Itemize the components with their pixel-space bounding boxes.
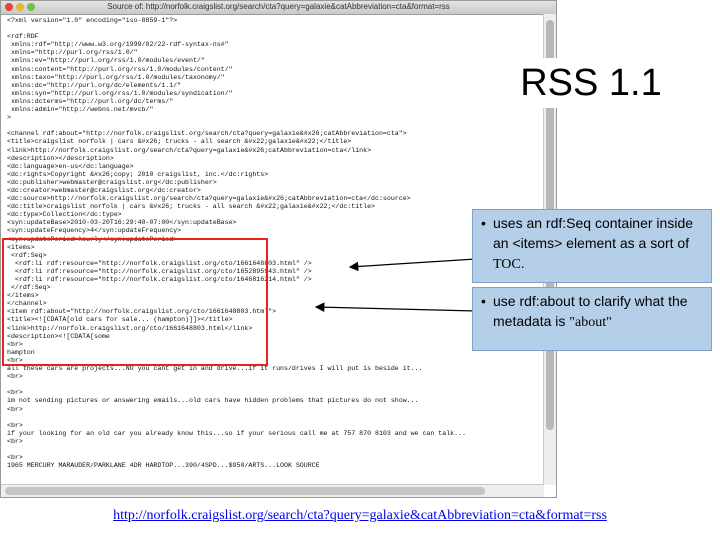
source-line: xmlns="http://purl.org/rss/1.0/": [7, 49, 138, 57]
bullet-text: use rdf:about to clarify what the metada…: [493, 293, 688, 330]
source-line: [7, 25, 542, 33]
source-line: xmlns:dc="http://purl.org/dc/elements/1.…: [7, 81, 182, 89]
source-line: xmlns:dcterms="http://purl.org/dc/terms/…: [7, 97, 174, 105]
callout-box-about: • use rdf:about to clarify what the meta…: [472, 287, 712, 351]
horizontal-scroll-thumb[interactable]: [5, 487, 485, 495]
bullet-item: • use rdf:about to clarify what the meta…: [481, 291, 705, 333]
source-line: <dc:publisher>webmaster@craigslist.org</…: [7, 178, 217, 186]
source-url-link[interactable]: http://norfolk.craigslist.org/search/cta…: [0, 508, 720, 524]
source-line: <channel rdf:about="http://norfolk.craig…: [7, 130, 407, 138]
source-line: <dc:language>en-us</dc:language>: [7, 162, 134, 170]
source-line: [7, 122, 542, 130]
source-line: <dc:type>Collection</dc:type>: [7, 211, 122, 219]
source-line: <dc:source>http://norfolk.craigslist.org…: [7, 195, 411, 203]
bullet-marker: •: [481, 215, 486, 231]
source-line: >: [7, 114, 11, 122]
source-line: <syn:updateBase>2010-03-20T16:29:40-07:0…: [7, 219, 237, 227]
source-line: xmlns:ev="http://purl.org/rss/1.0/module…: [7, 57, 205, 65]
source-line: xmlns:admin="http://webns.net/mvcb/": [7, 106, 154, 114]
source-line: [7, 446, 542, 454]
source-line: <title>craigslist norfolk | cars &#x26; …: [7, 138, 352, 146]
source-line: all these cars are projects...NO you can…: [7, 365, 423, 373]
window-title: Source of: http://norfolk.craigslist.org…: [107, 2, 450, 11]
items-highlight-box: [2, 238, 268, 366]
source-line: xmlns:content="http://purl.org/rss/1.0/m…: [7, 65, 233, 73]
source-line: <description></description>: [7, 154, 114, 162]
source-line: <br>: [7, 405, 23, 413]
source-line: [7, 381, 542, 389]
bullet-marker: •: [481, 293, 486, 309]
source-line: xmlns:taxo="http://purl.org/rss/1.0/modu…: [7, 73, 225, 81]
source-line: 1965 MERCURY MARAUDER/PARKLANE 4DR HARDT…: [7, 462, 320, 470]
source-line: xmlns:rdf="http://www.w3.org/1999/02/22-…: [7, 41, 229, 49]
source-line: if your looking for an old car you alrea…: [7, 429, 466, 437]
source-line: <br>: [7, 437, 23, 445]
source-line: <dc:title>craigslist norfolk | cars &#x2…: [7, 203, 375, 211]
source-line: <br>: [7, 373, 23, 381]
source-line: <rdf:RDF: [7, 33, 39, 41]
source-line: <link>http://norfolk.craigslist.org/sear…: [7, 146, 372, 154]
bullet-text: uses an rdf:Seq container inside an <ite…: [493, 215, 694, 272]
source-line: <dc:creator>webmaster@craigslist.org</dc…: [7, 186, 201, 194]
source-line: <dc:rights>Copyright &#x26;copy; 2010 cr…: [7, 170, 269, 178]
source-line: im not sending pictures or answering ema…: [7, 397, 419, 405]
callout-box-seq: • uses an rdf:Seq container inside an <i…: [472, 209, 712, 283]
window-titlebar[interactable]: Source of: http://norfolk.craigslist.org…: [1, 1, 556, 15]
slide-title: RSS 1.1: [476, 58, 706, 108]
source-line: xmlns:syn="http://purl.org/rss/1.0/modul…: [7, 89, 233, 97]
source-line: <br>: [7, 454, 23, 462]
source-line: <syn:updateFrequency>4</syn:updateFreque…: [7, 227, 182, 235]
source-line: [7, 414, 542, 422]
horizontal-scrollbar[interactable]: [1, 484, 544, 497]
source-line: <br>: [7, 421, 23, 429]
source-line: <br>: [7, 389, 23, 397]
source-line: <?xml version="1.0" encoding="iso-8859-1…: [7, 17, 178, 24]
bullet-item: • uses an rdf:Seq container inside an <i…: [481, 213, 705, 275]
